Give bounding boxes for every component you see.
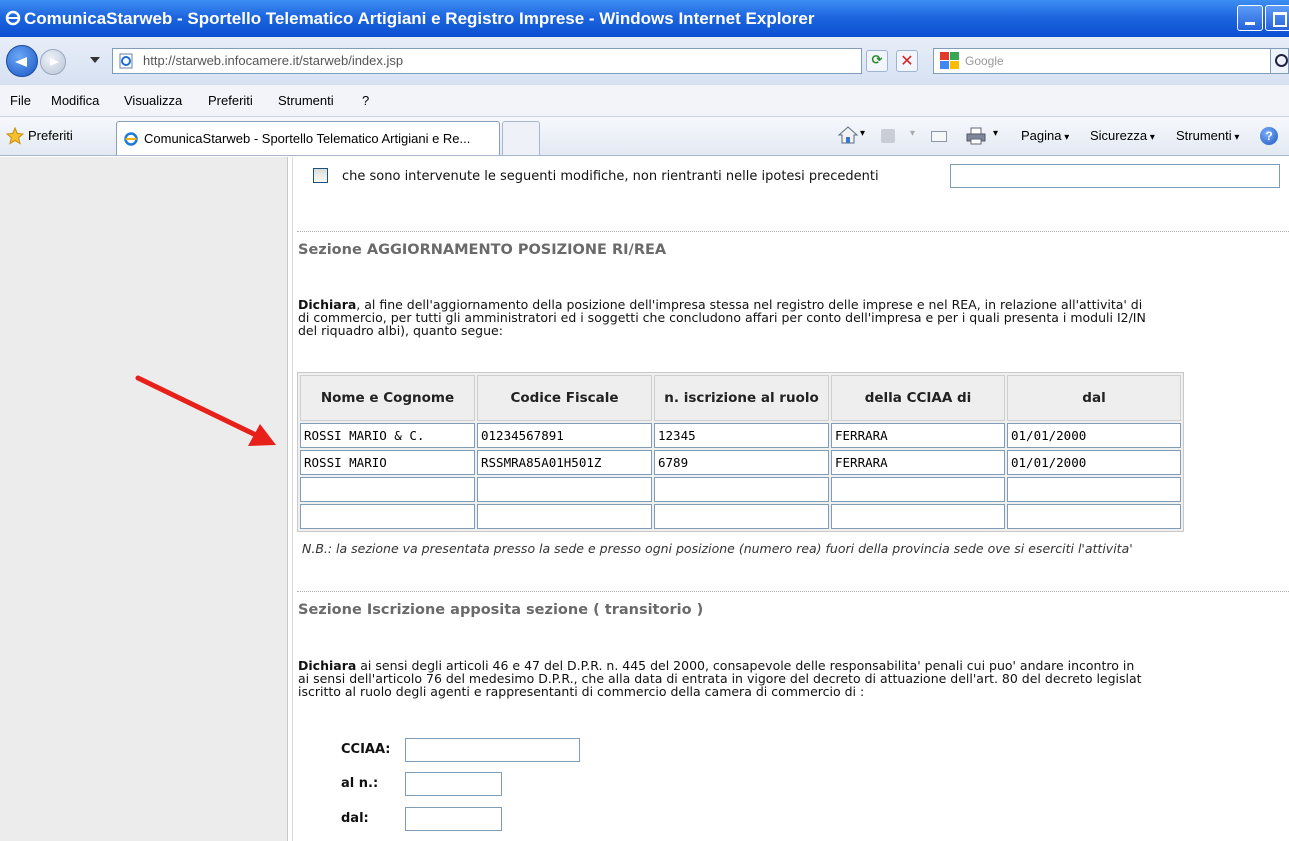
cell-input-iscrizione[interactable]: 12345 — [654, 423, 829, 448]
refresh-button[interactable]: ⟳ — [866, 50, 888, 72]
maximize-button[interactable] — [1265, 5, 1289, 31]
stop-button[interactable]: ✕ — [896, 50, 918, 72]
column-header-dal: dal — [1007, 375, 1181, 421]
cell-input-nome[interactable] — [300, 477, 475, 502]
cell-input-cciaa[interactable] — [831, 504, 1005, 529]
table-row: ROSSI MARIO RSSMRA85A01H501Z 6789 FERRAR… — [300, 450, 1181, 475]
menu-modifica[interactable]: Modifica — [51, 93, 99, 108]
window-title: ComunicaStarweb - Sportello Telematico A… — [24, 9, 815, 28]
cell-input-codice-fiscale[interactable] — [477, 504, 652, 529]
mail-icon[interactable] — [931, 131, 947, 142]
address-toolbar: http://starweb.infocamere.it/starweb/ind… — [0, 37, 1289, 85]
pagina-menu[interactable]: Pagina — [1021, 128, 1069, 143]
history-dropdown-icon[interactable] — [90, 57, 100, 63]
menu-strumenti[interactable]: Strumenti — [278, 93, 334, 108]
table-row — [300, 477, 1181, 502]
content-border — [292, 157, 293, 841]
new-tab-button[interactable] — [502, 121, 540, 155]
cell-input-iscrizione[interactable] — [654, 477, 829, 502]
menu-bar: File Modifica Visualizza Preferiti Strum… — [0, 85, 1289, 117]
cell-input-iscrizione[interactable] — [654, 504, 829, 529]
cell-input-nome[interactable]: ROSSI MARIO — [300, 450, 475, 475]
table-footnote: N.B.: la sezione va presentata presso la… — [302, 541, 1133, 556]
section-separator — [297, 591, 1289, 592]
window-titlebar: ComunicaStarweb - Sportello Telematico A… — [0, 0, 1289, 37]
cell-input-nome[interactable] — [300, 504, 475, 529]
dal-input[interactable] — [405, 807, 502, 831]
cell-input-codice-fiscale[interactable]: 01234567891 — [477, 423, 652, 448]
help-icon[interactable]: ? — [1260, 127, 1278, 145]
dal-label: dal: — [341, 811, 369, 826]
menu-help[interactable]: ? — [362, 93, 369, 108]
menu-visualizza[interactable]: Visualizza — [124, 93, 182, 108]
cell-input-cciaa[interactable] — [831, 477, 1005, 502]
amministratori-table: Nome e Cognome Codice Fiscale n. iscrizi… — [297, 372, 1184, 532]
browser-tab[interactable]: ComunicaStarweb - Sportello Telematico A… — [116, 121, 500, 155]
cell-input-dal[interactable]: 01/01/2000 — [1007, 423, 1181, 448]
section-title-aggiornamento: Sezione AGGIORNAMENTO POSIZIONE RI/REA — [298, 242, 667, 258]
url-text[interactable]: http://starweb.infocamere.it/starweb/ind… — [143, 53, 403, 68]
left-pane — [0, 157, 288, 841]
modifiche-input[interactable] — [950, 164, 1280, 188]
print-dropdown-icon[interactable]: ▾ — [993, 128, 998, 139]
column-header-codice-fiscale: Codice Fiscale — [477, 375, 652, 421]
cell-input-cciaa[interactable]: FERRARA — [831, 450, 1005, 475]
print-icon[interactable] — [966, 127, 986, 145]
cell-input-codice-fiscale[interactable]: RSSMRA85A01H501Z — [477, 450, 652, 475]
internet-explorer-icon — [5, 10, 21, 26]
cciaa-input[interactable] — [405, 738, 580, 762]
home-icon[interactable] — [838, 126, 858, 144]
column-header-cciaa: della CCIAA di — [831, 375, 1005, 421]
modifiche-checkbox[interactable] — [313, 168, 328, 183]
table-row: ROSSI MARIO & C. 01234567891 12345 FERRA… — [300, 423, 1181, 448]
feed-dropdown-icon[interactable]: ▾ — [910, 128, 915, 139]
column-header-iscrizione: n. iscrizione al ruolo — [654, 375, 829, 421]
table-row — [300, 504, 1181, 529]
cell-input-codice-fiscale[interactable] — [477, 477, 652, 502]
al-n-input[interactable] — [405, 772, 502, 796]
search-button[interactable] — [1270, 48, 1289, 74]
section-title-iscrizione: Sezione Iscrizione apposita sezione ( tr… — [298, 602, 704, 618]
search-placeholder: Google — [965, 54, 1004, 68]
home-dropdown-icon[interactable]: ▾ — [860, 128, 865, 139]
section2-paragraph-line3: iscritto al ruolo degli agenti e rappres… — [298, 684, 865, 699]
cell-input-nome[interactable]: ROSSI MARIO & C. — [300, 423, 475, 448]
sicurezza-menu[interactable]: Sicurezza — [1090, 128, 1155, 143]
feed-icon[interactable] — [881, 129, 895, 143]
modifiche-checkbox-label: che sono intervenute le seguenti modific… — [342, 169, 879, 184]
table-header-row: Nome e Cognome Codice Fiscale n. iscrizi… — [300, 375, 1181, 421]
address-bar[interactable]: http://starweb.infocamere.it/starweb/ind… — [112, 48, 969, 74]
column-header-nome: Nome e Cognome — [300, 375, 475, 421]
forward-button[interactable] — [40, 49, 66, 75]
section1-paragraph-line3: del riquadro albi), quanto segue: — [298, 323, 503, 338]
cell-input-dal[interactable] — [1007, 477, 1181, 502]
cell-input-dal[interactable]: 01/01/2000 — [1007, 450, 1181, 475]
star-icon[interactable] — [6, 127, 24, 145]
cell-input-dal[interactable] — [1007, 504, 1181, 529]
back-button[interactable] — [6, 45, 38, 77]
menu-file[interactable]: File — [10, 93, 31, 108]
page-icon — [119, 53, 133, 69]
red-arrow-icon — [135, 375, 276, 446]
search-input[interactable]: Google — [933, 48, 1278, 74]
menu-preferiti[interactable]: Preferiti — [208, 93, 253, 108]
tab-title: ComunicaStarweb - Sportello Telematico A… — [144, 131, 471, 146]
section-separator — [297, 231, 1289, 232]
minimize-button[interactable] — [1237, 5, 1263, 31]
cciaa-label: CCIAA: — [341, 742, 391, 757]
al-n-label: al n.: — [341, 776, 379, 791]
strumenti-menu[interactable]: Strumenti — [1176, 128, 1239, 143]
favorites-button[interactable]: Preferiti — [28, 128, 73, 143]
cell-input-iscrizione[interactable]: 6789 — [654, 450, 829, 475]
google-logo-icon — [940, 52, 959, 69]
internet-explorer-icon — [124, 132, 138, 146]
cell-input-cciaa[interactable]: FERRARA — [831, 423, 1005, 448]
favorites-bar: Preferiti ComunicaStarweb - Sportello Te… — [0, 117, 1289, 156]
